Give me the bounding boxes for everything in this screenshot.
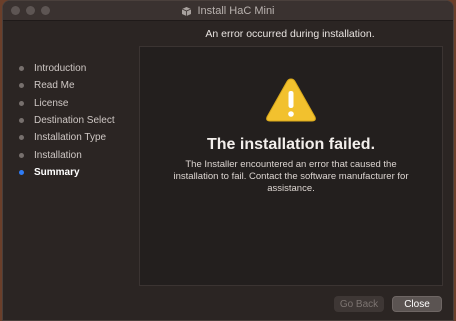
sidebar-step-summary: Summary: [19, 165, 80, 179]
sidebar-step-read-me: Read Me: [19, 78, 75, 92]
window-title-group: Install HaC Mini: [3, 3, 453, 19]
step-label: Destination Select: [34, 114, 115, 126]
step-label: License: [34, 97, 69, 109]
sidebar-step-introduction: Introduction: [19, 61, 86, 75]
step-dot-icon: [19, 65, 24, 71]
go-back-button[interactable]: Go Back: [334, 296, 384, 312]
status-heading: An error occurred during installation.: [205, 28, 375, 40]
installer-window: Install HaC Mini An error occurred durin…: [2, 0, 454, 321]
step-dot-icon: [19, 117, 24, 123]
package-icon: [182, 6, 192, 16]
title-bar: Install HaC Mini: [3, 1, 453, 21]
current-step-dot-icon: [19, 169, 24, 175]
sidebar-step-installation-type: Installation Type: [19, 130, 106, 144]
step-dot-icon: [19, 100, 24, 106]
step-dot-icon: [19, 82, 24, 88]
sidebar-step-destination-select: Destination Select: [19, 113, 115, 127]
close-button[interactable]: Close: [392, 296, 442, 312]
step-label: Installation Type: [34, 131, 107, 143]
step-dot-icon: [19, 134, 24, 140]
warning-icon: [266, 78, 316, 122]
sidebar-step-installation: Installation: [19, 148, 82, 162]
failure-message: The Installer encountered an error that …: [173, 159, 409, 194]
step-label: Installation: [34, 149, 82, 161]
window-title: Install HaC Mini: [197, 5, 275, 17]
failure-title: The installation failed.: [206, 136, 376, 153]
sidebar-step-license: License: [19, 96, 68, 110]
step-dot-icon: [19, 152, 24, 158]
step-label: Summary: [34, 166, 80, 178]
content-panel: The installation failed. The Installer e…: [139, 46, 443, 286]
step-label: Read Me: [34, 79, 75, 91]
step-label: Introduction: [34, 62, 87, 74]
